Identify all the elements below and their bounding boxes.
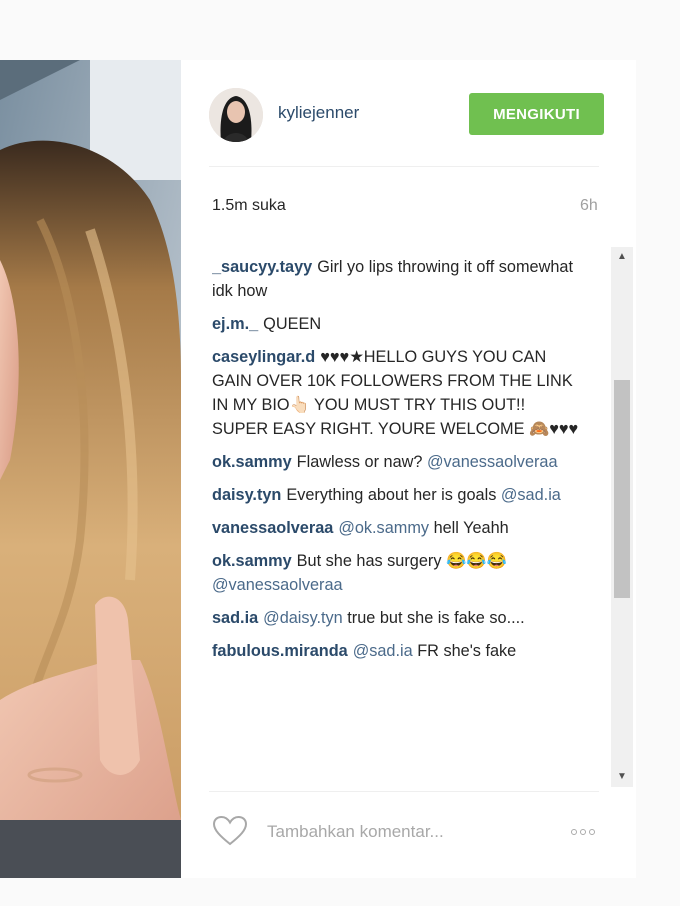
add-comment-input[interactable]	[265, 817, 549, 847]
comment-author[interactable]: daisy.tyn	[212, 486, 281, 504]
heart-icon[interactable]	[212, 815, 248, 852]
avatar[interactable]	[209, 88, 263, 142]
comment-text: hell Yeahh	[433, 519, 509, 537]
comment-author[interactable]: caseylingar.d	[212, 348, 315, 366]
comment-mention[interactable]: @daisy.tyn	[263, 609, 343, 627]
list-item: caseylingar.d ♥♥♥★HELLO GUYS YOU CAN GAIN…	[212, 345, 582, 441]
comment-mention[interactable]: @vanessaolveraa	[427, 453, 558, 471]
follow-button[interactable]: MENGIKUTI	[469, 93, 604, 135]
comment-mention[interactable]: @vanessaolveraa	[212, 576, 343, 594]
header-divider	[209, 166, 599, 167]
comment-mention[interactable]: @sad.ia	[501, 486, 561, 504]
list-item: ok.sammy Flawless or naw? @vanessaolveraa	[212, 450, 582, 474]
comment-mention[interactable]: @sad.ia	[353, 642, 413, 660]
list-item: _saucyy.tayy Girl yo lips throwing it off…	[212, 255, 582, 303]
post-details-panel: kyliejenner MENGIKUTI 1.5m suka 6h _sauc…	[181, 60, 636, 878]
comment-author[interactable]: vanessaolveraa	[212, 519, 333, 537]
comment-mention[interactable]: @ok.sammy	[338, 519, 429, 537]
like-count[interactable]: 1.5m suka	[212, 197, 286, 215]
list-item: daisy.tyn Everything about her is goals @…	[212, 483, 582, 507]
list-item: ok.sammy But she has surgery 😂😂😂 @vanessa…	[212, 549, 582, 597]
comment-footer	[181, 792, 636, 878]
comment-list[interactable]: _saucyy.tayy Girl yo lips throwing it off…	[212, 255, 582, 783]
comment-text: FR she's fake	[417, 642, 517, 660]
comment-text: Everything about her is goals	[286, 486, 497, 504]
more-options-icon[interactable]	[571, 822, 598, 840]
list-item: sad.ia @daisy.tyn true but she is fake so…	[212, 606, 582, 630]
comment-author[interactable]: _saucyy.tayy	[212, 258, 312, 276]
list-item: ej.m._ QUEEN	[212, 312, 582, 336]
scrollbar-thumb[interactable]	[614, 380, 630, 598]
comment-author[interactable]: sad.ia	[212, 609, 258, 627]
post-author-username[interactable]: kyliejenner	[278, 103, 359, 123]
comment-author[interactable]: ok.sammy	[212, 552, 292, 570]
comment-text: But she has surgery 😂😂😂	[296, 552, 507, 570]
comment-text: Flawless or naw?	[296, 453, 423, 471]
scroll-up-arrow-icon[interactable]: ▲	[611, 247, 633, 267]
list-item: fabulous.miranda @sad.ia FR she's fake	[212, 639, 582, 663]
comment-author[interactable]: ok.sammy	[212, 453, 292, 471]
post-photo[interactable]	[0, 60, 181, 878]
comment-scrollbar[interactable]: ▲ ▼	[611, 247, 633, 787]
scroll-down-arrow-icon[interactable]: ▼	[611, 767, 633, 787]
post-header: kyliejenner MENGIKUTI	[181, 60, 636, 166]
comment-text: true but she is fake so....	[347, 609, 525, 627]
comment-text: QUEEN	[263, 315, 322, 333]
list-item: vanessaolveraa @ok.sammy hell Yeahh	[212, 516, 582, 540]
comment-author[interactable]: fabulous.miranda	[212, 642, 348, 660]
comment-author[interactable]: ej.m._	[212, 315, 258, 333]
post-timestamp[interactable]: 6h	[580, 197, 598, 215]
